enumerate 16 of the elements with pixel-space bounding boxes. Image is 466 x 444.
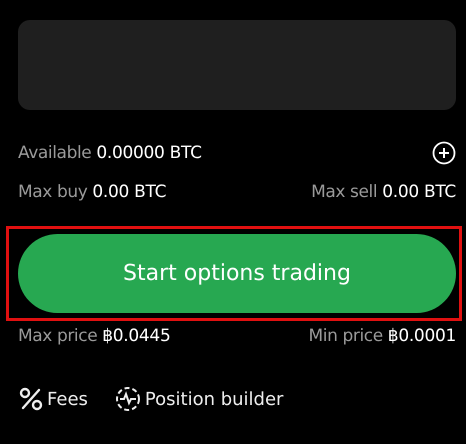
amount-field[interactable] [18, 20, 456, 110]
pulse-circle-icon[interactable] [114, 385, 142, 413]
limit-label: Max buy [18, 182, 88, 202]
link-label[interactable]: Fees [47, 388, 88, 410]
limit-label: Max sell [311, 182, 378, 202]
price-value: ฿0.0445 [102, 326, 170, 346]
limit-value: 0.00 BTC [92, 182, 166, 202]
limit-value: 0.00 BTC [382, 182, 456, 202]
available-label: Available [18, 143, 92, 163]
link-label[interactable]: Position builder [144, 388, 284, 410]
price-value: ฿0.0001 [388, 326, 456, 346]
percent-icon[interactable] [18, 386, 44, 412]
price-label: Min price [308, 326, 383, 346]
price-label: Max price [18, 326, 98, 346]
available-value: 0.00000 BTC [96, 143, 202, 163]
plus-circle-icon[interactable] [432, 141, 456, 165]
